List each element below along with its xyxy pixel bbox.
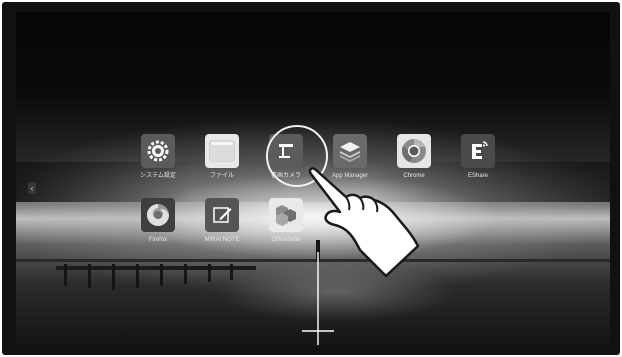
folder-icon xyxy=(209,140,235,162)
wallpaper-pier xyxy=(56,266,256,270)
pier-post xyxy=(88,264,91,288)
note-pen-icon xyxy=(213,207,232,223)
wallpaper-reflection-cross xyxy=(302,330,334,332)
officesuite-icon xyxy=(276,205,296,226)
pier-post xyxy=(112,264,115,290)
app-label: ファイル xyxy=(209,173,234,179)
app-firefox[interactable]: Firefox xyxy=(128,198,188,244)
app-label: OfficeSuite xyxy=(271,237,301,243)
app-settings[interactable]: システム設定 xyxy=(128,134,188,180)
gear-icon xyxy=(147,140,169,162)
app-files[interactable]: ファイル xyxy=(192,134,252,180)
app-label: Firefox xyxy=(148,237,168,243)
left-edge-arrow[interactable]: ‹ xyxy=(28,182,36,194)
firefox-icon xyxy=(147,204,169,226)
pointing-hand-icon xyxy=(308,167,420,278)
pier-post xyxy=(64,264,67,286)
chrome-icon xyxy=(402,139,426,163)
pier-post xyxy=(160,264,163,286)
pier-post xyxy=(184,264,187,284)
app-label: MIRAI NOTE xyxy=(204,237,240,243)
app-tile[interactable] xyxy=(141,134,175,168)
app-officesuite[interactable]: OfficeSuite xyxy=(256,198,316,244)
home-screen: ‹ ‹ システム設定 ファイル xyxy=(16,12,610,345)
app-tile[interactable] xyxy=(141,198,175,232)
app-tile[interactable] xyxy=(333,134,367,168)
pier-post xyxy=(208,264,211,282)
pier-post xyxy=(136,264,139,288)
app-tile[interactable] xyxy=(205,198,239,232)
app-mirai-note[interactable]: MIRAI NOTE xyxy=(192,198,252,244)
pier-post xyxy=(230,264,233,280)
app-label: EShare xyxy=(467,173,488,179)
app-eshare[interactable]: EShare xyxy=(448,134,508,180)
app-tile[interactable] xyxy=(205,134,239,168)
app-tile[interactable] xyxy=(397,134,431,168)
app-tile[interactable] xyxy=(461,134,495,168)
layers-icon xyxy=(340,142,360,162)
eshare-icon xyxy=(472,141,488,159)
display-bezel: ‹ ‹ システム設定 ファイル xyxy=(2,2,620,355)
app-label: システム設定 xyxy=(140,173,176,179)
app-tile[interactable] xyxy=(269,198,303,232)
